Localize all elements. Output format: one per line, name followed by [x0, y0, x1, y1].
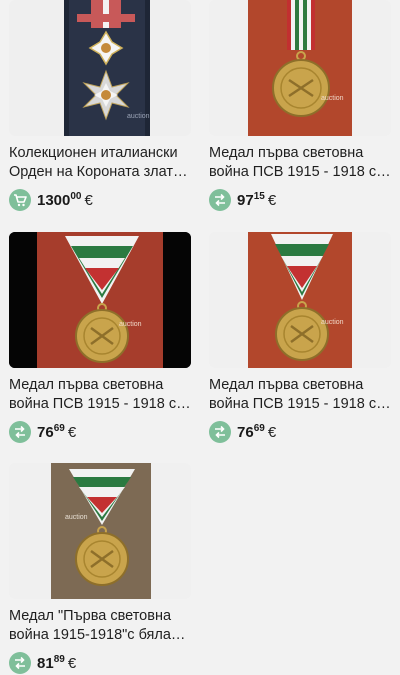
product-card[interactable]: auction Медал "Първа световна война 1915…: [9, 463, 191, 675]
product-title[interactable]: Медал първа световна война ПСВ 1915 - 19…: [209, 376, 391, 414]
currency: €: [67, 654, 77, 672]
swap-icon: [9, 421, 31, 443]
price-row: 7669 €: [9, 420, 191, 444]
product-card[interactable]: auction Колекционен италиански Орден на …: [9, 0, 191, 212]
price-row: 130000 €: [9, 188, 191, 212]
product-card[interactable]: auction Медал първа световна война ПСВ 1…: [209, 0, 391, 212]
cart-icon: [9, 189, 31, 211]
price-row: 7669 €: [209, 420, 391, 444]
price-row: 8189 €: [9, 651, 191, 675]
product-title[interactable]: Медал "Първа световна война 1915-1918"с …: [9, 607, 191, 645]
product-title[interactable]: Медал първа световна война ПСВ 1915 - 19…: [209, 144, 391, 182]
product-card[interactable]: auction Медал първа световна война ПСВ 1…: [9, 232, 191, 444]
product-title[interactable]: Колекционен италиански Орден на Короната…: [9, 144, 191, 182]
currency: €: [267, 191, 277, 209]
svg-text:auction: auction: [321, 95, 344, 102]
swap-icon: [209, 189, 231, 211]
swap-icon: [209, 421, 231, 443]
svg-text:auction: auction: [119, 321, 142, 328]
price: 7669: [237, 423, 265, 441]
currency: €: [84, 191, 93, 209]
product-image[interactable]: auction: [9, 232, 191, 368]
product-image[interactable]: auction: [209, 232, 391, 368]
product-image[interactable]: auction: [9, 0, 191, 136]
price: 8189: [37, 654, 65, 672]
swap-icon: [9, 652, 31, 674]
svg-text:auction: auction: [65, 514, 88, 521]
svg-text:auction: auction: [321, 319, 344, 326]
currency: €: [267, 423, 277, 441]
svg-text:auction: auction: [127, 113, 150, 120]
product-image[interactable]: auction: [209, 0, 391, 136]
product-card[interactable]: auction Медал първа световна война ПСВ 1…: [209, 232, 391, 444]
price: 7669: [37, 423, 65, 441]
price: 9715: [237, 191, 265, 209]
currency: €: [67, 423, 77, 441]
product-title[interactable]: Медал първа световна война ПСВ 1915 - 19…: [9, 376, 191, 414]
price-row: 9715 €: [209, 188, 391, 212]
product-image[interactable]: auction: [9, 463, 191, 599]
price: 130000: [37, 191, 82, 209]
